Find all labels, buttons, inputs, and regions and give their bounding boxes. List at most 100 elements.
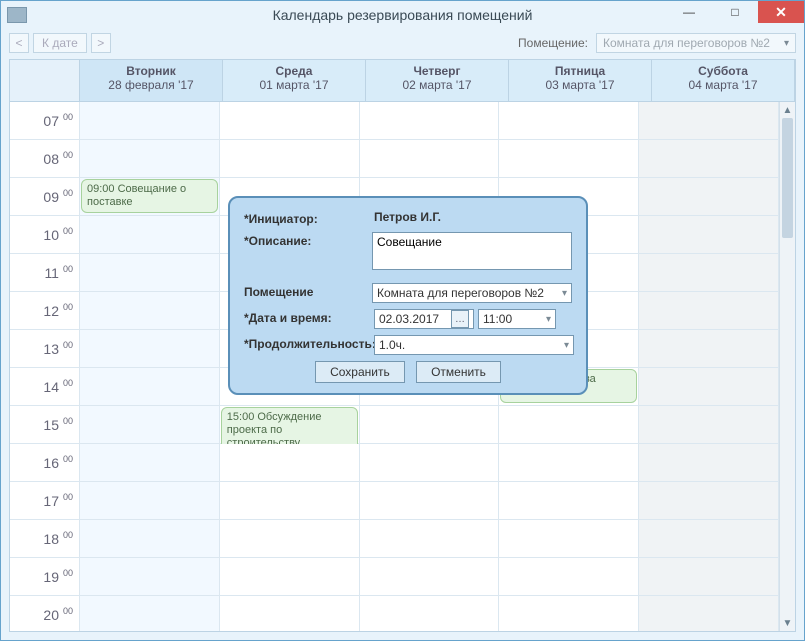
- calendar-cell[interactable]: 09:00 Совещание о поставке: [80, 178, 220, 216]
- time-label: 1600: [10, 444, 80, 482]
- initiator-label: *Инициатор:: [244, 210, 374, 226]
- calendar-cell[interactable]: [220, 596, 360, 631]
- calendar-cell[interactable]: [220, 444, 360, 482]
- calendar-cell[interactable]: [80, 520, 220, 558]
- calendar-cell[interactable]: [220, 102, 360, 140]
- app-icon: [7, 7, 27, 23]
- calendar-cell[interactable]: [639, 368, 779, 406]
- chevron-down-icon: ▾: [784, 38, 789, 49]
- description-input[interactable]: [372, 232, 572, 270]
- datetime-label: *Дата и время:: [244, 309, 374, 325]
- date-picker-icon[interactable]: …: [451, 310, 469, 328]
- close-button[interactable]: ✕: [758, 1, 804, 23]
- prev-button[interactable]: <: [9, 33, 29, 53]
- time-label: 2000: [10, 596, 80, 631]
- calendar-event[interactable]: 09:00 Совещание о поставке: [81, 179, 218, 213]
- time-column-header: [10, 60, 80, 101]
- calendar-cell[interactable]: [360, 520, 500, 558]
- calendar-cell[interactable]: [639, 482, 779, 520]
- calendar-cell[interactable]: [80, 558, 220, 596]
- calendar-cell[interactable]: 15:00 Обсуждение проекта по строительств…: [220, 406, 360, 444]
- calendar-cell[interactable]: [499, 558, 639, 596]
- calendar-cell[interactable]: [639, 254, 779, 292]
- time-label: 1700: [10, 482, 80, 520]
- scroll-thumb[interactable]: [782, 118, 793, 238]
- chevron-down-icon: ▾: [564, 340, 569, 351]
- calendar-cell[interactable]: [80, 216, 220, 254]
- calendar-cell[interactable]: [80, 254, 220, 292]
- duration-select[interactable]: 1.0ч. ▾: [374, 335, 574, 355]
- time-label: 1300: [10, 330, 80, 368]
- calendar-cell[interactable]: [220, 482, 360, 520]
- chevron-down-icon: ▾: [562, 288, 567, 299]
- room-select[interactable]: Комната для переговоров №2 ▾: [372, 283, 572, 303]
- time-label: 1800: [10, 520, 80, 558]
- calendar-cell[interactable]: [499, 102, 639, 140]
- hour-row: 0800: [10, 140, 779, 178]
- scroll-down-icon[interactable]: ▼: [780, 615, 795, 631]
- calendar-cell[interactable]: [360, 444, 500, 482]
- calendar-cell[interactable]: [360, 140, 500, 178]
- calendar-cell[interactable]: [360, 596, 500, 631]
- time-label: 1500: [10, 406, 80, 444]
- calendar-cell[interactable]: [360, 102, 500, 140]
- calendar-cell[interactable]: [499, 406, 639, 444]
- day-header[interactable]: Пятница 03 марта '17: [509, 60, 652, 101]
- calendar-cell[interactable]: [80, 102, 220, 140]
- day-header[interactable]: Четверг 02 марта '17: [366, 60, 509, 101]
- calendar-cell[interactable]: [80, 596, 220, 631]
- calendar-cell[interactable]: [639, 292, 779, 330]
- hour-row: 1900: [10, 558, 779, 596]
- calendar-cell[interactable]: [499, 444, 639, 482]
- calendar-cell[interactable]: [360, 482, 500, 520]
- next-button[interactable]: >: [91, 33, 111, 53]
- calendar-cell[interactable]: [639, 102, 779, 140]
- calendar-cell[interactable]: [80, 292, 220, 330]
- calendar-cell[interactable]: [639, 444, 779, 482]
- maximize-button[interactable]: □: [712, 1, 758, 23]
- save-button[interactable]: Сохранить: [315, 361, 405, 383]
- day-header[interactable]: Суббота 04 марта '17: [652, 60, 795, 101]
- calendar-cell[interactable]: [639, 140, 779, 178]
- duration-label: *Продолжительность:: [244, 335, 374, 351]
- date-input[interactable]: 02.03.2017 …: [374, 309, 474, 329]
- hour-row: 1700: [10, 482, 779, 520]
- room-filter-value: Комната для переговоров №2: [603, 36, 770, 50]
- goto-date-button[interactable]: К дате: [33, 33, 87, 53]
- calendar-cell[interactable]: [220, 140, 360, 178]
- time-label: 0800: [10, 140, 80, 178]
- scroll-up-icon[interactable]: ▲: [780, 102, 795, 118]
- calendar-cell[interactable]: [80, 140, 220, 178]
- calendar-cell[interactable]: [80, 406, 220, 444]
- room-filter-select[interactable]: Комната для переговоров №2 ▾: [596, 33, 796, 53]
- calendar-cell[interactable]: [639, 330, 779, 368]
- calendar-cell[interactable]: [80, 330, 220, 368]
- calendar-cell[interactable]: [360, 406, 500, 444]
- hour-row: 0700: [10, 102, 779, 140]
- calendar-cell[interactable]: [499, 520, 639, 558]
- scroll-track[interactable]: [780, 118, 795, 615]
- vertical-scrollbar[interactable]: ▲ ▼: [779, 102, 795, 631]
- calendar-cell[interactable]: [220, 520, 360, 558]
- calendar-cell[interactable]: [80, 368, 220, 406]
- calendar-cell[interactable]: [639, 406, 779, 444]
- calendar-cell[interactable]: [220, 558, 360, 596]
- calendar-cell[interactable]: [639, 558, 779, 596]
- calendar-cell[interactable]: [639, 520, 779, 558]
- calendar-cell[interactable]: [639, 178, 779, 216]
- cancel-button[interactable]: Отменить: [416, 361, 501, 383]
- calendar-cell[interactable]: [499, 482, 639, 520]
- calendar-cell[interactable]: [499, 140, 639, 178]
- day-header[interactable]: Среда 01 марта '17: [223, 60, 366, 101]
- calendar-cell[interactable]: [80, 444, 220, 482]
- window-controls: — □ ✕: [666, 1, 804, 23]
- calendar-cell[interactable]: [360, 558, 500, 596]
- day-header[interactable]: Вторник 28 февраля '17: [80, 60, 223, 101]
- time-select[interactable]: 11:00 ▾: [478, 309, 556, 329]
- calendar-cell[interactable]: [499, 596, 639, 631]
- minimize-button[interactable]: —: [666, 1, 712, 23]
- calendar-cell[interactable]: [80, 482, 220, 520]
- hour-row: 2000: [10, 596, 779, 631]
- calendar-cell[interactable]: [639, 216, 779, 254]
- calendar-cell[interactable]: [639, 596, 779, 631]
